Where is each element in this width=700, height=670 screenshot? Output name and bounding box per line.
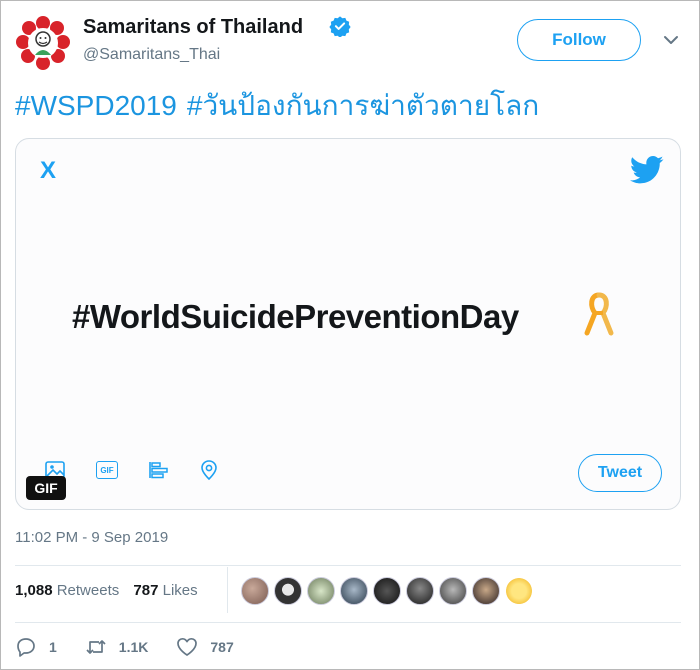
liker-avatar[interactable]	[241, 577, 269, 605]
display-name[interactable]: Samaritans of Thailand	[83, 16, 303, 38]
likes-count[interactable]: 787	[133, 582, 158, 599]
liker-avatar[interactable]	[472, 577, 500, 605]
heart-icon[interactable]	[176, 636, 198, 658]
retweet-count: 1.1K	[118, 639, 149, 655]
retweets-label[interactable]: Retweets	[57, 582, 120, 599]
engagement-stats: 1,088 Retweets 787 Likes	[15, 582, 198, 600]
retweet-icon[interactable]	[85, 636, 107, 658]
user-handle[interactable]: @Samaritans_Thai	[83, 46, 220, 64]
divider	[15, 565, 681, 566]
divider	[227, 567, 228, 613]
tweet-text: #WSPD2019 #วันป้องกันการฆ่าตัวตายโลก	[15, 89, 549, 123]
reply-icon[interactable]	[15, 636, 37, 658]
tweet-frame: Samaritans of Thailand @Samaritans_Thai …	[0, 0, 700, 670]
media-headline: #WorldSuicidePreventionDay	[72, 298, 519, 335]
like-action[interactable]: 787	[176, 636, 234, 658]
liker-avatar[interactable]	[373, 577, 401, 605]
liker-avatar[interactable]	[340, 577, 368, 605]
retweet-action[interactable]: 1.1K	[85, 636, 149, 658]
tweet-button[interactable]: Tweet	[578, 454, 662, 492]
liker-avatar[interactable]	[406, 577, 434, 605]
gif-icon[interactable]: GIF	[96, 461, 118, 479]
reply-action[interactable]: 1	[15, 636, 57, 658]
location-icon[interactable]	[198, 459, 220, 481]
chevron-down-icon[interactable]	[663, 33, 679, 47]
liker-avatar[interactable]	[307, 577, 335, 605]
liker-avatar[interactable]	[274, 577, 302, 605]
hashtag-link[interactable]: #วันป้องกันการฆ่าตัวตายโลก	[187, 90, 539, 121]
liker-avatar[interactable]	[439, 577, 467, 605]
awareness-ribbon-icon	[584, 292, 614, 336]
close-icon[interactable]: X	[40, 159, 56, 183]
twitter-bird-icon	[630, 155, 664, 184]
tweet-actions: 1 1.1K 787	[15, 636, 262, 658]
divider	[15, 622, 681, 623]
follow-button[interactable]: Follow	[517, 19, 641, 61]
avatar[interactable]	[15, 15, 71, 71]
retweets-count[interactable]: 1,088	[15, 582, 53, 599]
like-count: 787	[210, 639, 234, 655]
liker-avatars	[241, 577, 538, 607]
timestamp[interactable]: 11:02 PM - 9 Sep 2019	[15, 529, 168, 547]
verified-badge-icon	[329, 16, 351, 37]
reply-count: 1	[49, 639, 57, 655]
media-card[interactable]: X #WorldSuicidePreventionDay GIF GIF Twe…	[15, 138, 681, 510]
hashtag-link[interactable]: #WSPD2019	[15, 90, 177, 121]
likes-label[interactable]: Likes	[163, 582, 198, 599]
gif-badge: GIF	[26, 476, 66, 500]
liker-avatar[interactable]	[505, 577, 533, 605]
poll-icon[interactable]	[148, 459, 170, 481]
